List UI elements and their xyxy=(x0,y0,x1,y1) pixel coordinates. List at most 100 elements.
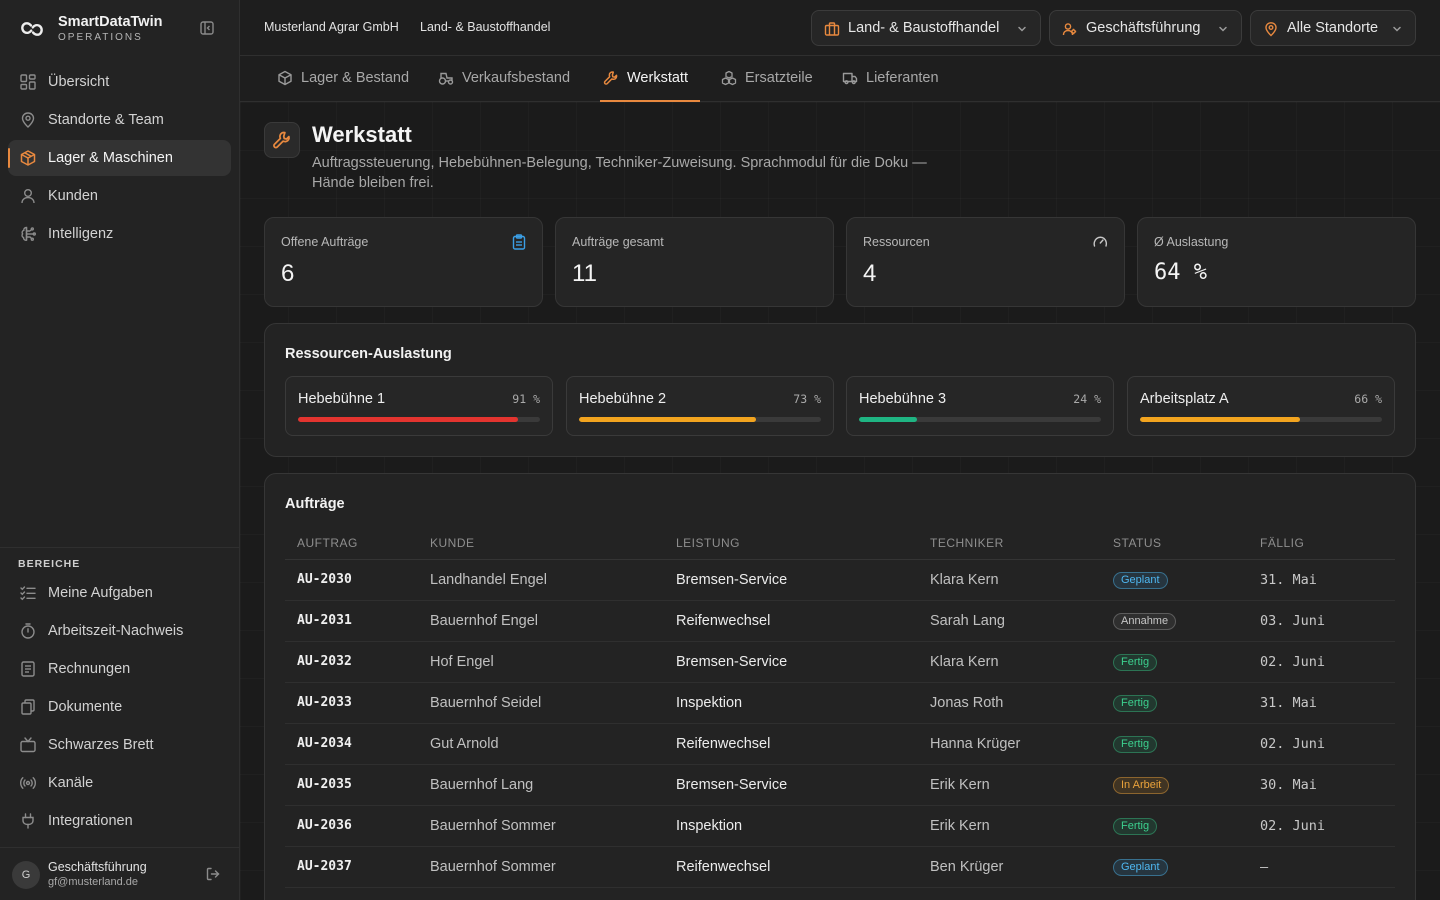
sidebar-item-inventory-machines[interactable]: Lager & Maschinen xyxy=(8,140,231,176)
column-header-due[interactable]: Fällig xyxy=(1248,528,1395,560)
grid-icon xyxy=(19,73,37,91)
breadcrumb-company[interactable]: Musterland Agrar GmbH xyxy=(264,20,399,34)
tab-suppliers[interactable]: Lieferanten xyxy=(842,56,942,102)
status-badge: Annahme xyxy=(1113,612,1177,630)
table-row[interactable]: AU-2037 Bauernhof Sommer Reifenwechsel B… xyxy=(285,846,1395,888)
topbar: Musterland Agrar GmbH Land- & Baustoffha… xyxy=(240,0,1440,56)
site-dropdown[interactable]: Alle Standorte xyxy=(1250,10,1416,46)
tab-workshop[interactable]: Werkstatt xyxy=(600,56,700,102)
resource-name: Hebebühne 2 xyxy=(579,391,667,407)
role-dropdown-value: Geschäftsführung xyxy=(1086,20,1201,36)
tractor-icon xyxy=(438,70,454,86)
orders-table: Auftrag Kunde Leistung Techniker Status … xyxy=(285,528,1395,888)
sidebar-item-label: Integrationen xyxy=(48,813,133,829)
sidebar-item-time-tracking[interactable]: Arbeitszeit-Nachweis xyxy=(8,613,231,649)
resource-percent: 73 % xyxy=(793,392,821,406)
column-header-customer[interactable]: Kunde xyxy=(418,528,664,560)
tab-inventory[interactable]: Lager & Bestand xyxy=(277,56,409,102)
branch-dropdown-value: Land- & Baustoffhandel xyxy=(848,20,1000,36)
table-row[interactable]: AU-2031 Bauernhof Engel Reifenwechsel Sa… xyxy=(285,600,1395,642)
site-dropdown-value: Alle Standorte xyxy=(1287,20,1379,36)
customer-cell: Bauernhof Engel xyxy=(418,600,664,642)
order-id: AU-2037 xyxy=(285,846,418,888)
chevron-down-icon xyxy=(1391,23,1403,35)
map-pin-icon xyxy=(1263,21,1279,37)
sidebar-section-label: BEREICHE xyxy=(18,558,81,570)
customer-cell: Bauernhof Sommer xyxy=(418,846,664,888)
brand[interactable]: SmartDataTwin OPERATIONS xyxy=(20,14,220,44)
table-row[interactable]: AU-2032 Hof Engel Bremsen-Service Klara … xyxy=(285,641,1395,683)
list-checks-icon xyxy=(19,584,37,602)
resource-card[interactable]: Hebebühne 3 24 % xyxy=(846,376,1114,436)
kpi-label: Offene Aufträge xyxy=(281,235,369,249)
chevron-down-icon xyxy=(1016,23,1028,35)
sidebar-item-invoices[interactable]: Rechnungen xyxy=(8,651,231,687)
sidebar-item-my-tasks[interactable]: Meine Aufgaben xyxy=(8,575,231,611)
sidebar-item-bulletin-board[interactable]: Schwarzes Brett xyxy=(8,727,231,763)
orders-panel: Aufträge Auftrag Kunde Leistung Technike… xyxy=(264,473,1416,900)
status-cell: Fertig xyxy=(1101,805,1248,847)
sidebar-item-label: Standorte & Team xyxy=(48,112,164,128)
table-row[interactable]: AU-2033 Bauernhof Seidel Inspektion Jona… xyxy=(285,682,1395,724)
status-badge: Fertig xyxy=(1113,694,1158,712)
customer-cell: Bauernhof Lang xyxy=(418,764,664,806)
resource-card[interactable]: Arbeitsplatz A 66 % xyxy=(1127,376,1395,436)
column-header-technician[interactable]: Techniker xyxy=(918,528,1101,560)
tab-label: Lieferanten xyxy=(866,70,939,86)
role-dropdown[interactable]: Geschäftsführung xyxy=(1049,10,1242,46)
sidebar-item-customers[interactable]: Kunden xyxy=(8,178,231,214)
resource-percent: 91 % xyxy=(512,392,540,406)
sidebar-item-overview[interactable]: Übersicht xyxy=(8,64,231,100)
column-header-service[interactable]: Leistung xyxy=(664,528,918,560)
tab-sales-stock[interactable]: Verkaufsbestand xyxy=(438,56,576,102)
service-cell: Reifenwechsel xyxy=(664,846,918,888)
customer-cell: Hof Engel xyxy=(418,641,664,683)
receipt-icon xyxy=(19,660,37,678)
truck-icon xyxy=(842,70,858,86)
page-description: Auftragssteuerung, Hebebühnen-Belegung, … xyxy=(312,155,927,191)
order-id: AU-2033 xyxy=(285,682,418,724)
sidebar: SmartDataTwin OPERATIONS Übersicht Stand… xyxy=(0,0,240,900)
progress-fill xyxy=(579,417,756,422)
users-icon xyxy=(1062,21,1078,37)
branch-dropdown[interactable]: Land- & Baustoffhandel xyxy=(811,10,1041,46)
sidebar-item-intelligence[interactable]: Intelligenz xyxy=(8,216,231,252)
briefcase-icon xyxy=(824,21,840,37)
technician-cell: Hanna Krüger xyxy=(918,723,1101,765)
table-row[interactable]: AU-2036 Bauernhof Sommer Inspektion Erik… xyxy=(285,805,1395,847)
user-name: Geschäftsführung xyxy=(48,860,147,874)
sidebar-item-label: Meine Aufgaben xyxy=(48,585,153,601)
user-profile[interactable]: G Geschäftsführung gf@musterland.de xyxy=(12,859,232,891)
sidebar-item-documents[interactable]: Dokumente xyxy=(8,689,231,725)
sidebar-item-channels[interactable]: Kanäle xyxy=(8,765,231,801)
kpi-value: 6 xyxy=(281,260,295,287)
order-id: AU-2035 xyxy=(285,764,418,806)
wrench-icon xyxy=(264,122,300,158)
table-row[interactable]: AU-2034 Gut Arnold Reifenwechsel Hanna K… xyxy=(285,723,1395,765)
progress-track xyxy=(298,417,540,422)
package-icon xyxy=(19,149,37,167)
column-header-order[interactable]: Auftrag xyxy=(285,528,418,560)
sidebar-item-integrations[interactable]: Integrationen xyxy=(8,803,231,839)
tab-spare-parts[interactable]: Ersatzteile xyxy=(721,56,815,102)
sidebar-item-locations-team[interactable]: Standorte & Team xyxy=(8,102,231,138)
sidebar-item-label: Dokumente xyxy=(48,699,123,715)
breadcrumb-division[interactable]: Land- & Baustoffhandel xyxy=(420,20,550,34)
resource-card[interactable]: Hebebühne 1 91 % xyxy=(285,376,553,436)
main-nav: Übersicht Standorte & Team Lager & Masch… xyxy=(8,64,231,254)
table-row[interactable]: AU-2030 Landhandel Engel Bremsen-Service… xyxy=(285,559,1395,601)
due-cell: 02. Juni xyxy=(1248,641,1395,683)
logout-icon[interactable] xyxy=(205,866,221,882)
table-row[interactable]: AU-2035 Bauernhof Lang Bremsen-Service E… xyxy=(285,764,1395,806)
order-id: AU-2031 xyxy=(285,600,418,642)
service-cell: Inspektion xyxy=(664,682,918,724)
column-header-status[interactable]: Status xyxy=(1101,528,1248,560)
map-pin-icon xyxy=(19,111,37,129)
sidebar-collapse-icon[interactable] xyxy=(199,20,215,36)
progress-track xyxy=(1140,417,1382,422)
sidebar-item-label: Schwarzes Brett xyxy=(48,737,154,753)
sidebar-item-label: Rechnungen xyxy=(48,661,131,677)
service-cell: Bremsen-Service xyxy=(664,641,918,683)
resource-card[interactable]: Hebebühne 2 73 % xyxy=(566,376,834,436)
sidebar-item-label: Kunden xyxy=(48,188,98,204)
